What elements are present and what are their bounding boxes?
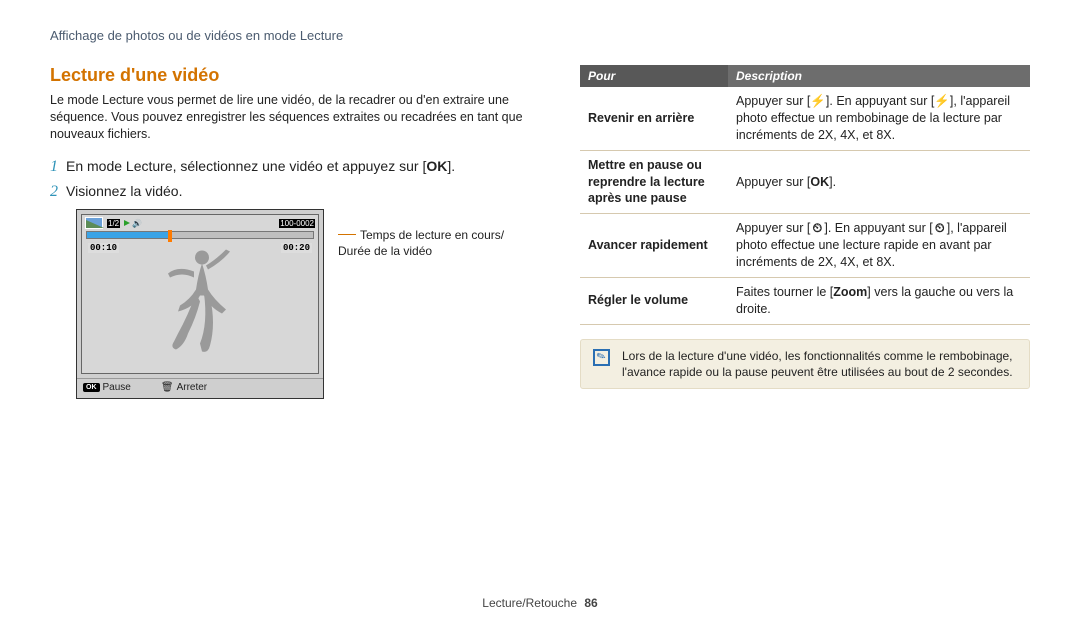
timer-icon: ⏲	[810, 220, 824, 237]
footer-section: Lecture/Retouche	[482, 596, 577, 610]
note-icon: ✎	[593, 349, 610, 366]
callout-line-2: Durée de la vidéo	[338, 244, 432, 258]
trash-icon: 🗑	[161, 382, 174, 393]
play-icon	[124, 220, 130, 226]
table-row: Mettre en pause ou reprendre la lecture …	[580, 150, 1030, 214]
camera-lcd: 1/2 🔊 100-0002 00:10 00:20	[76, 209, 324, 399]
section-title: Lecture d'une vidéo	[50, 65, 540, 86]
progress-bar	[86, 231, 314, 239]
note-box: ✎ Lors de la lecture d'une vidéo, les fo…	[580, 339, 1030, 389]
dancer-silhouette-icon	[160, 246, 240, 361]
step-1: 1 En mode Lecture, sélectionnez une vidé…	[50, 157, 540, 176]
table-key: Revenir en arrière	[580, 87, 728, 150]
callout-line-1: Temps de lecture en cours/	[360, 228, 504, 242]
table-desc: Appuyer sur [⚡]. En appuyant sur [⚡], l'…	[728, 87, 1030, 150]
ok-icon: OK	[426, 158, 447, 174]
flash-icon: ⚡	[810, 93, 826, 110]
current-time: 00:10	[88, 243, 119, 253]
table-header-pour: Pour	[580, 65, 728, 87]
step-text: Visionnez la vidéo.	[66, 182, 182, 201]
lcd-bottom-bar: OK Pause 🗑 Arreter	[77, 378, 323, 398]
flash-icon: ⚡	[934, 93, 950, 110]
table-desc: Faites tourner le [Zoom] vers la gauche …	[728, 277, 1030, 324]
page-footer: Lecture/Retouche 86	[0, 596, 1080, 610]
step-2: 2 Visionnez la vidéo.	[50, 182, 540, 201]
table-key: Régler le volume	[580, 277, 728, 324]
pause-label: Pause	[103, 382, 131, 393]
breadcrumb: Affichage de photos ou de vidéos en mode…	[50, 28, 1030, 43]
table-key: Mettre en pause ou reprendre la lecture …	[580, 150, 728, 214]
note-text: Lors de la lecture d'une vidéo, les fonc…	[622, 348, 1017, 380]
step-number: 1	[50, 157, 58, 176]
playhead-icon	[168, 230, 172, 242]
controls-table: Pour Description Revenir en arrièreAppuy…	[580, 65, 1030, 325]
lcd-osd-top: 1/2 🔊 100-0002	[82, 215, 318, 231]
duration-time: 00:20	[281, 243, 312, 253]
table-desc: Appuyer sur [⏲]. En appuyant sur [⏲], l'…	[728, 214, 1030, 278]
table-row: Revenir en arrièreAppuyer sur [⚡]. En ap…	[580, 87, 1030, 150]
page-number: 86	[584, 596, 597, 610]
table-key: Avancer rapidement	[580, 214, 728, 278]
table-header-description: Description	[728, 65, 1030, 87]
counter: 1/2	[107, 219, 120, 228]
zoom-label: Zoom	[833, 285, 867, 299]
step-text: En mode Lecture, sélectionnez une vidéo …	[66, 157, 455, 176]
timer-icon: ⏲	[933, 220, 947, 237]
ok-button-icon: OK	[83, 383, 100, 392]
step-number: 2	[50, 182, 58, 201]
table-desc: Appuyer sur [OK].	[728, 150, 1030, 214]
thumbnail-icon	[85, 217, 103, 229]
step-list: 1 En mode Lecture, sélectionnez une vidé…	[50, 157, 540, 201]
file-info: 100-0002	[279, 219, 315, 228]
table-row: Avancer rapidementAppuyer sur [⏲]. En ap…	[580, 214, 1030, 278]
table-row: Régler le volumeFaites tourner le [Zoom]…	[580, 277, 1030, 324]
sound-icon: 🔊	[132, 219, 142, 228]
step-post: ].	[447, 158, 455, 174]
ok-icon: OK	[810, 175, 829, 189]
callout-leader-line	[338, 234, 356, 235]
stop-label: Arreter	[177, 382, 208, 393]
step-pre: En mode Lecture, sélectionnez une vidéo …	[66, 158, 426, 174]
intro-paragraph: Le mode Lecture vous permet de lire une …	[50, 92, 540, 143]
time-callout: Temps de lecture en cours/ Durée de la v…	[338, 227, 504, 259]
